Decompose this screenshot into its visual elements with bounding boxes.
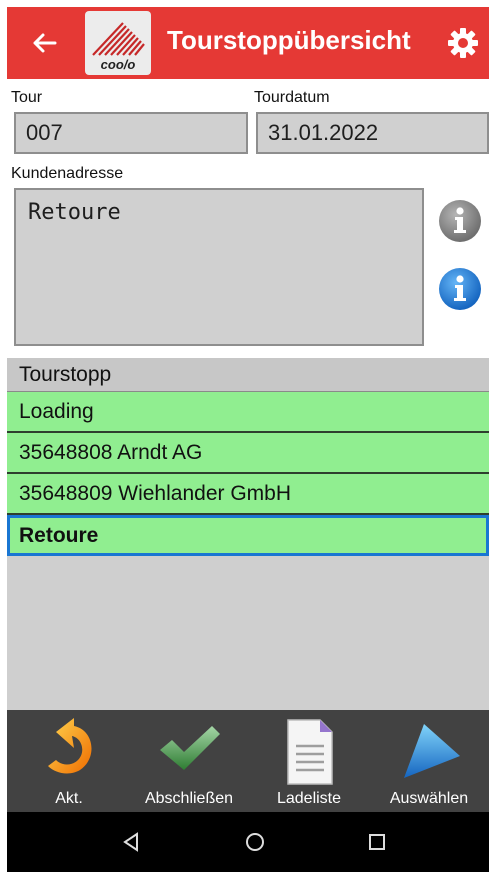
auswaehlen-label: Auswählen <box>389 790 469 807</box>
ladeliste-label: Ladeliste <box>276 790 342 807</box>
checkmark-icon <box>154 716 224 786</box>
list-item-selected[interactable]: Retoure <box>7 515 489 556</box>
info-gray-icon[interactable] <box>437 198 483 244</box>
refresh-arrow-icon <box>34 716 104 786</box>
tour-field[interactable]: 007 <box>14 112 248 154</box>
abschliessen-button[interactable]: Abschließen <box>129 710 249 812</box>
abschliessen-label: Abschließen <box>144 790 234 807</box>
kundenadresse-label: Kundenadresse <box>11 165 124 182</box>
arrow-left-icon[interactable] <box>25 23 65 63</box>
page-title: Tourstoppübersicht <box>167 25 411 55</box>
auswaehlen-button[interactable]: Auswählen <box>369 710 489 812</box>
tourstopp-list: Tourstopp Loading 35648808 Arndt AG 3564… <box>7 358 489 710</box>
list-item[interactable]: 35648808 Arndt AG <box>7 433 489 474</box>
kundenadresse-field[interactable]: Retoure <box>14 188 424 346</box>
ladeliste-button[interactable]: Ladeliste <box>249 710 369 812</box>
company-logo: coo/o <box>85 11 151 75</box>
android-navbar <box>7 812 489 872</box>
home-circle-icon[interactable] <box>241 828 269 856</box>
tour-label: Tour <box>11 89 43 106</box>
svg-text:coo/o: coo/o <box>101 57 136 72</box>
bottom-toolbar: Akt. Abschließen Ladeliste Auswählen <box>7 710 489 812</box>
document-list-icon <box>274 716 344 786</box>
tourstopp-header: Tourstopp <box>7 358 489 392</box>
tourdatum-label: Tourdatum <box>254 89 330 106</box>
app-header: coo/o Tourstoppübersicht <box>7 7 489 79</box>
gear-icon[interactable] <box>447 27 479 59</box>
list-item[interactable]: Loading <box>7 392 489 433</box>
akt-label: Akt. <box>55 790 83 807</box>
play-arrow-icon <box>394 716 464 786</box>
back-triangle-icon[interactable] <box>117 828 145 856</box>
recents-square-icon[interactable] <box>363 828 391 856</box>
akt-button[interactable]: Akt. <box>9 710 129 812</box>
tourdatum-field[interactable]: 31.01.2022 <box>256 112 489 154</box>
list-item[interactable]: 35648809 Wiehlander GmbH <box>7 474 489 515</box>
info-blue-icon[interactable] <box>437 266 483 312</box>
